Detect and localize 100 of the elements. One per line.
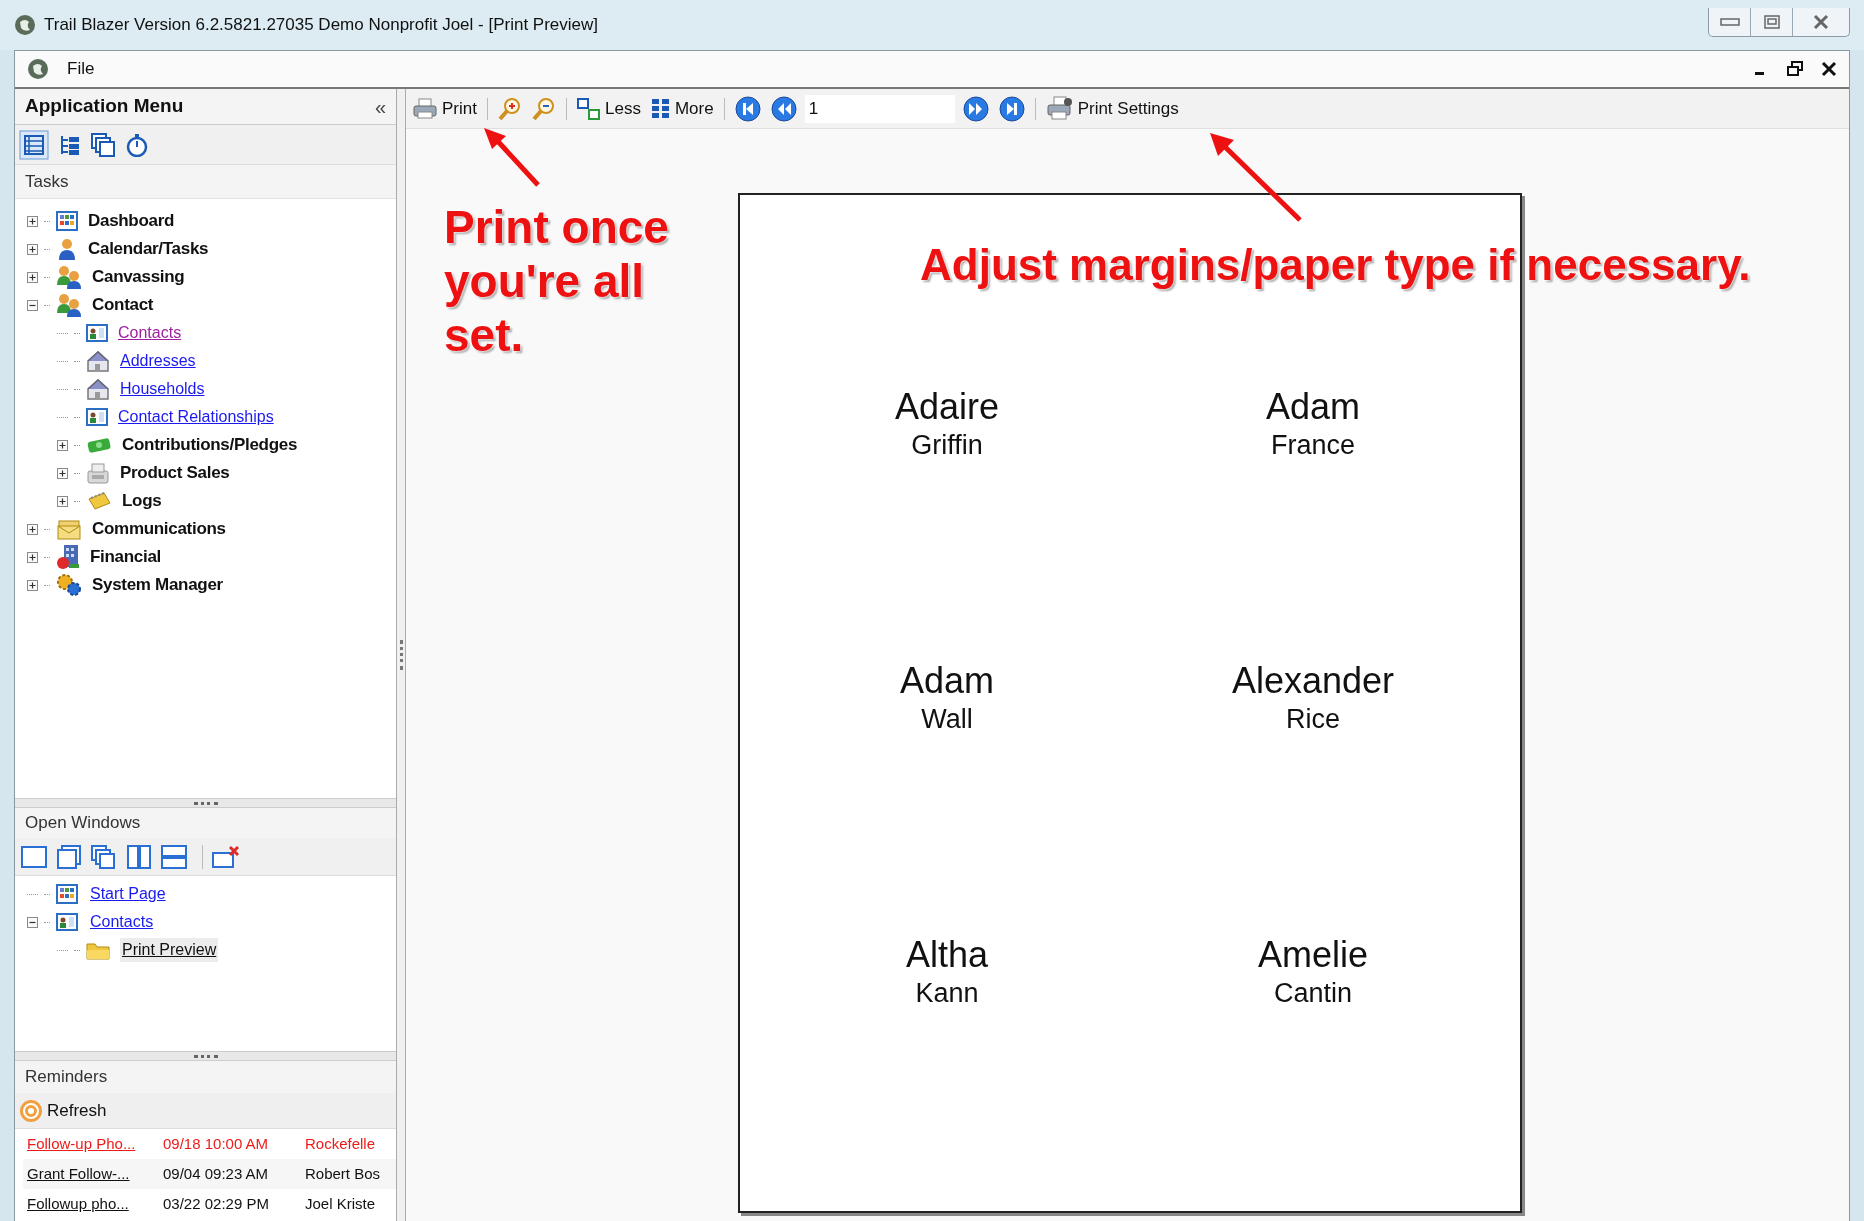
contact-card-icon	[86, 324, 108, 342]
list-view-icon[interactable]	[19, 129, 49, 160]
contact-card-icon	[86, 408, 108, 426]
minimize-icon	[1719, 18, 1740, 26]
previous-page-icon	[770, 95, 797, 122]
print-button[interactable]: Print	[410, 95, 479, 122]
tree-item[interactable]: Contributions/Pledges	[122, 432, 298, 458]
panel-title: Application Menu	[25, 94, 184, 119]
label-last-name: Wall	[921, 703, 973, 735]
house-icon	[86, 350, 110, 372]
window-link[interactable]: Start Page	[88, 882, 168, 906]
money-icon	[86, 436, 112, 454]
cascade-windows-icon[interactable]	[91, 132, 115, 157]
reminder-link[interactable]: Grant Follow-...	[23, 1162, 163, 1186]
label-first-name: Amelie	[1257, 933, 1368, 977]
page-number-field[interactable]: 1	[804, 94, 955, 123]
building-icon	[56, 544, 80, 570]
expand-toggle[interactable]	[27, 523, 38, 535]
tile-vertical-icon[interactable]	[126, 844, 152, 869]
print-icon	[412, 97, 438, 120]
tree-view-icon[interactable]	[59, 133, 81, 156]
expand-toggle[interactable]	[27, 243, 38, 255]
expand-toggle[interactable]	[57, 467, 68, 479]
close-window-icon[interactable]	[212, 844, 240, 869]
envelope-stack-icon	[56, 518, 82, 540]
section-title: Tasks	[25, 170, 69, 193]
reminder-contact: Joel Kriste	[305, 1193, 376, 1214]
close-icon[interactable]	[1821, 61, 1837, 77]
arrow	[482, 127, 542, 189]
refresh-icon	[19, 1098, 43, 1123]
collapse-toggle[interactable]	[27, 299, 38, 311]
tree-item[interactable]: Calendar/Tasks	[88, 236, 209, 262]
expand-toggle[interactable]	[57, 495, 68, 507]
person-icon	[56, 237, 78, 261]
less-button[interactable]: Less	[574, 95, 643, 122]
first-page-icon	[734, 95, 761, 122]
stacked-windows-icon[interactable]	[91, 844, 117, 869]
expand-toggle[interactable]	[27, 271, 38, 283]
label-last-name: Kann	[915, 977, 979, 1009]
annotation-text: Print once you're all set.	[444, 200, 670, 362]
stopwatch-icon[interactable]	[125, 132, 149, 157]
collapse-button[interactable]: «	[374, 96, 386, 117]
first-page-button[interactable]	[732, 95, 763, 122]
dashboard-icon	[56, 211, 78, 231]
label-first-name: Altha	[905, 933, 989, 977]
reminder-time: 03/22 02:29 PM	[163, 1193, 270, 1214]
reminder-time: 09/18 10:00 AM	[163, 1133, 270, 1154]
more-button[interactable]: More	[648, 95, 716, 122]
notebook-icon	[86, 491, 112, 511]
tile-horizontal-icon[interactable]	[161, 844, 187, 869]
expand-toggle[interactable]	[57, 439, 68, 451]
expand-toggle[interactable]	[27, 579, 38, 591]
tree-item[interactable]: Canvassing	[92, 264, 185, 290]
reminder-link[interactable]: Follow-up Pho...	[23, 1132, 163, 1156]
expand-toggle[interactable]	[27, 551, 38, 563]
window-link[interactable]: Print Preview	[120, 938, 219, 962]
annotation-text: Adjust margins/paper type if necessary.	[920, 239, 1751, 291]
window-link[interactable]: Contacts	[88, 910, 156, 934]
less-icon	[576, 97, 601, 120]
zoom-in-icon	[497, 96, 522, 121]
tree-item[interactable]: Financial	[90, 544, 161, 570]
window-icon[interactable]	[21, 844, 47, 869]
expand-toggle[interactable]	[27, 215, 38, 227]
next-page-button[interactable]	[960, 95, 991, 122]
section-title: Open Windows	[25, 812, 141, 835]
tree-item[interactable]: Product Sales	[120, 460, 230, 486]
menu-item[interactable]: File	[67, 56, 95, 82]
last-page-button[interactable]	[996, 95, 1027, 122]
tree-item[interactable]: Contact	[92, 292, 154, 318]
people-icon	[56, 293, 82, 317]
people-icon	[56, 265, 82, 289]
restore-icon[interactable]	[1787, 61, 1803, 77]
tree-item[interactable]: Dashboard	[88, 208, 175, 234]
start-page-icon	[56, 884, 78, 904]
reminder-link[interactable]: Followup pho...	[23, 1192, 163, 1216]
tree-item[interactable]: Logs	[122, 488, 162, 514]
label-first-name: Alexander	[1231, 659, 1395, 703]
contact-card-icon	[56, 913, 78, 931]
collapse-toggle[interactable]	[27, 916, 38, 928]
globe-icon	[14, 14, 36, 36]
tree-item[interactable]: Communications	[92, 516, 226, 542]
tree-link[interactable]: Households	[120, 377, 205, 401]
print-settings-button[interactable]: Print Settings	[1043, 95, 1181, 122]
label-first-name: Adam	[899, 659, 994, 703]
tree-link[interactable]: Contact Relationships	[118, 405, 274, 429]
label-last-name: France	[1270, 429, 1355, 461]
refresh-button[interactable]: Refresh	[19, 1097, 107, 1124]
previous-page-button[interactable]	[768, 95, 799, 122]
reminder-contact: Rockefelle	[305, 1133, 376, 1154]
tree-link[interactable]: Contacts	[118, 321, 182, 345]
reminder-time: 09/04 09:23 AM	[163, 1163, 270, 1184]
window-title: Trail Blazer Version 6.2.5821.27035 Demo Nonprofit Joel - [Print Preview]	[44, 14, 599, 37]
reminder-contact: Robert Bos	[305, 1163, 381, 1184]
tree-link[interactable]: Addresses	[120, 349, 196, 373]
globe-icon	[27, 58, 49, 80]
tree-item[interactable]: System Manager	[92, 572, 223, 598]
folder-icon	[86, 940, 110, 960]
gears-icon	[56, 573, 82, 597]
cash-register-icon	[86, 462, 110, 484]
cascade-windows-icon[interactable]	[56, 844, 82, 869]
